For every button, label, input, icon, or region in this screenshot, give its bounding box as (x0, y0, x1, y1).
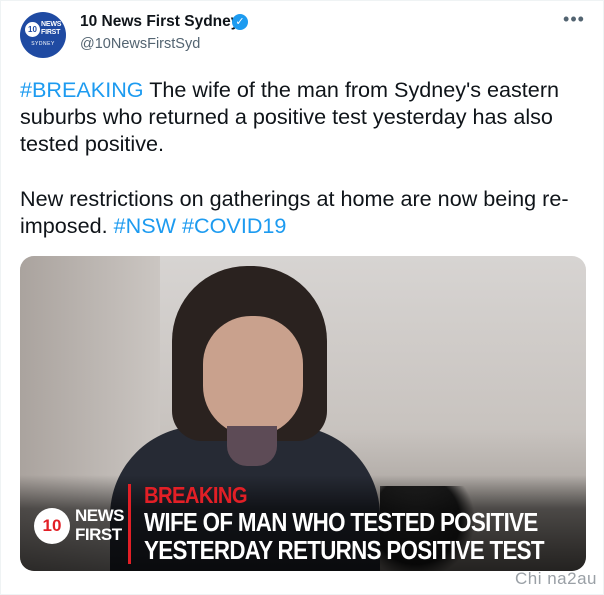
hashtag-covid19[interactable]: #COVID19 (182, 213, 286, 238)
headline-line1: WIFE OF MAN WHO TESTED POSITIVE (144, 507, 538, 537)
avatar-city: SYDNEY (31, 41, 55, 47)
breaking-label: BREAKING (144, 482, 248, 508)
hashtag-nsw[interactable]: #NSW (114, 213, 176, 238)
news-logo-ten: 10 (34, 508, 70, 544)
verified-badge-icon: ✓ (232, 14, 248, 30)
person-face (203, 316, 303, 436)
tweet-header: 10 NEWS FIRST SYDNEY 10 News First Sydne… (20, 10, 590, 58)
avatar-ten-logo: 10 (25, 22, 40, 37)
avatar-logo-text-1: NEWS (41, 21, 62, 28)
avatar[interactable]: 10 NEWS FIRST SYDNEY (20, 12, 66, 58)
tweet-card: 10 NEWS FIRST SYDNEY 10 News First Sydne… (0, 0, 604, 595)
tweet-media-image[interactable]: 10 NEWS FIRST BREAKING WIFE OF MAN WHO T… (20, 256, 586, 571)
display-name[interactable]: 10 News First Sydney (80, 13, 239, 31)
account-handle[interactable]: @10NewsFirstSyd (80, 36, 200, 52)
hashtag-breaking[interactable]: #BREAKING (20, 77, 144, 102)
news-logo-line2: FIRST (75, 525, 122, 544)
news-logo-text: NEWS FIRST (75, 506, 125, 544)
caption-divider (128, 484, 131, 564)
news-headline: WIFE OF MAN WHO TESTED POSITIVE YESTERDA… (144, 507, 545, 565)
avatar-logo-text: NEWS FIRST (41, 21, 61, 37)
headline-line2: YESTERDAY RETURNS POSITIVE TEST (144, 535, 545, 565)
news-logo-line1: NEWS (75, 506, 125, 525)
person-neck (227, 426, 277, 466)
more-options-icon[interactable]: ••• (562, 10, 586, 34)
tweet-paragraph-2: New restrictions on gatherings at home a… (20, 185, 590, 239)
tweet-text: #BREAKING The wife of the man from Sydne… (20, 76, 590, 239)
tweet-paragraph-1: #BREAKING The wife of the man from Sydne… (20, 76, 590, 158)
tweet-paragraph-2-text: New restrictions on gatherings at home a… (20, 185, 569, 238)
watermark: Chi na2au (514, 569, 597, 588)
avatar-logo-text-2: FIRST (41, 29, 61, 36)
